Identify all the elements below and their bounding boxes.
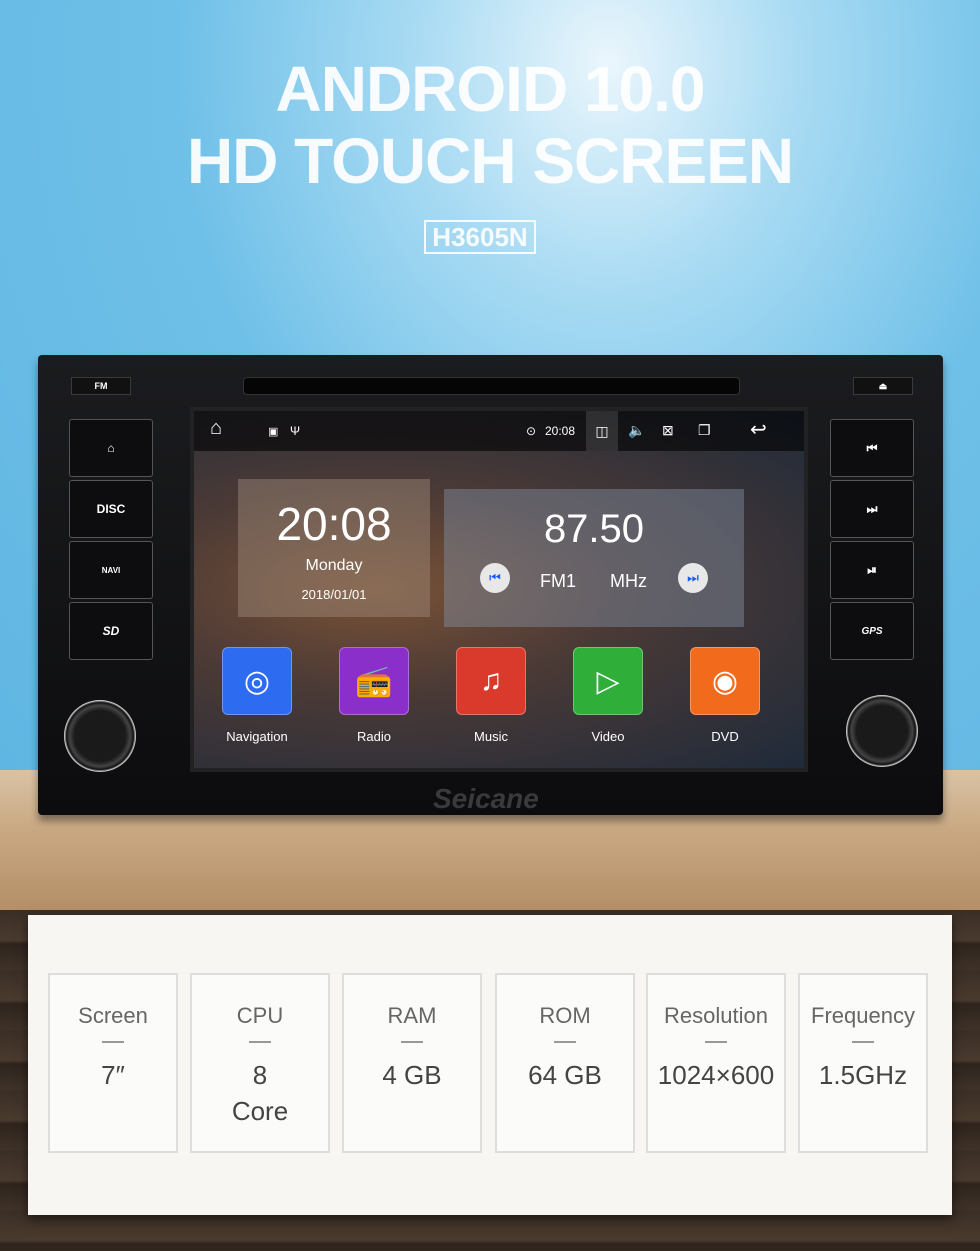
- clock-widget[interactable]: 20:08 Monday 2018/01/01: [238, 479, 430, 617]
- spec-value: 8 Core: [231, 1060, 289, 1126]
- spec-value: 7″: [101, 1060, 125, 1090]
- spec-cpu: CPU 8 Core: [190, 973, 330, 1153]
- app-label: Navigation: [226, 729, 288, 744]
- app-label: Music: [474, 729, 508, 744]
- spec-label: ROM: [539, 1003, 591, 1028]
- home-icon[interactable]: ⌂: [210, 417, 222, 440]
- play-pause-icon: ⏯: [867, 562, 877, 577]
- app-label: Video: [591, 729, 625, 744]
- spec-frequency: Frequency 1.5GHz: [798, 973, 928, 1153]
- video-icon: ▷: [573, 647, 643, 715]
- location-icon: ⊙: [526, 424, 537, 438]
- model-badge: H3605N: [424, 220, 536, 254]
- home-button[interactable]: ⌂: [69, 419, 153, 477]
- volume-icon[interactable]: 🔈: [628, 422, 645, 439]
- spec-label: Resolution: [664, 1003, 768, 1028]
- brand-logo: Seicane: [433, 783, 539, 814]
- spec-screen: Screen 7″: [48, 973, 178, 1153]
- seek-forward-button[interactable]: ⏭: [678, 563, 708, 593]
- navigation-icon: ◎: [222, 647, 292, 715]
- headline-line2: HD TOUCH SCREEN: [186, 125, 794, 197]
- status-time: 20:08: [545, 424, 576, 438]
- sd-button[interactable]: SD: [69, 602, 153, 660]
- spec-value: 1024×600: [657, 1060, 775, 1090]
- clock-time: 20:08: [276, 498, 392, 550]
- radio-unit: MHz: [610, 571, 647, 591]
- sd-icon: SD: [102, 624, 120, 638]
- app-music[interactable]: ♫ Music: [454, 647, 528, 744]
- recent-apps-icon[interactable]: ❐: [698, 422, 711, 439]
- gps-button[interactable]: GPS: [830, 602, 914, 660]
- back-icon[interactable]: ↩: [750, 417, 767, 442]
- music-icon: ♫: [456, 647, 526, 715]
- radio-icon: 📻: [339, 647, 409, 715]
- disc-slot: [243, 377, 740, 395]
- next-track-icon: ⏭: [866, 501, 878, 516]
- usb-icon: Ψ: [290, 424, 301, 438]
- home-icon: ⌂: [107, 441, 115, 455]
- radio-band: FM1: [540, 571, 576, 591]
- spec-card: Screen 7″ CPU 8 Core RAM 4 GB ROM 64 GB Reso…: [28, 915, 952, 1215]
- next-track-button[interactable]: ⏭: [830, 480, 914, 538]
- app-label: Radio: [357, 729, 391, 744]
- seek-back-button[interactable]: ⏮: [480, 563, 510, 593]
- spec-value: 64 GB: [528, 1060, 602, 1090]
- image-icon: ▣: [268, 426, 279, 438]
- fm-button[interactable]: FM: [71, 377, 131, 395]
- spec-label: RAM: [387, 1003, 437, 1028]
- dvd-icon: ◉: [690, 647, 760, 715]
- spec-label: CPU: [236, 1003, 284, 1028]
- clock-date: 2018/01/01: [301, 587, 367, 602]
- spec-ram: RAM 4 GB: [342, 973, 482, 1153]
- volume-knob[interactable]: [64, 700, 136, 772]
- play-pause-button[interactable]: ⏯: [830, 541, 914, 599]
- tuning-knob[interactable]: [846, 695, 918, 767]
- app-navigation[interactable]: ◎ Navigation: [220, 647, 294, 744]
- app-video[interactable]: ▷ Video: [571, 647, 645, 744]
- close-app-icon[interactable]: ⊠: [662, 422, 674, 439]
- screenshot-icon[interactable]: ◫: [586, 411, 618, 451]
- disc-label: DISC: [96, 502, 126, 516]
- navi-icon: NAVI: [101, 565, 121, 575]
- spec-resolution: Resolution 1024×600: [646, 973, 786, 1153]
- head-unit: FM ⏏ ⌂ DISC NAVI SD ⏮ ⏭ ⏯ GPS ⌂ ▣ Ψ ⊙ 20…: [38, 355, 943, 815]
- eject-button[interactable]: ⏏: [853, 377, 913, 395]
- app-dvd[interactable]: ◉ DVD: [688, 647, 762, 744]
- spec-value: 1.5GHz: [818, 1060, 908, 1090]
- clock-day: Monday: [305, 557, 363, 574]
- spec-rom: ROM 64 GB: [495, 973, 635, 1153]
- radio-frequency: 87.50: [543, 507, 645, 551]
- previous-track-button[interactable]: ⏮: [830, 419, 914, 477]
- navi-button[interactable]: NAVI: [69, 541, 153, 599]
- previous-track-icon: ⏮: [866, 440, 878, 455]
- app-label: DVD: [711, 729, 739, 744]
- touch-screen: ⌂ ▣ Ψ ⊙ 20:08 ◫ 🔈 ⊠ ❐ ↩ 20:08 Monday 201…: [190, 407, 808, 772]
- spec-value: 4 GB: [382, 1060, 442, 1090]
- radio-widget[interactable]: 87.50 ⏮ FM1 MHz ⏭: [444, 489, 744, 627]
- gps-icon: GPS: [861, 625, 883, 637]
- headline-line1: ANDROID 10.0: [275, 53, 706, 125]
- status-bar: ⌂ ▣ Ψ ⊙ 20:08 ◫ 🔈 ⊠ ❐ ↩: [194, 411, 804, 451]
- spec-label: Screen: [78, 1003, 148, 1028]
- app-radio[interactable]: 📻 Radio: [337, 647, 411, 744]
- disc-button[interactable]: DISC: [69, 480, 153, 538]
- spec-label: Frequency: [811, 1003, 915, 1028]
